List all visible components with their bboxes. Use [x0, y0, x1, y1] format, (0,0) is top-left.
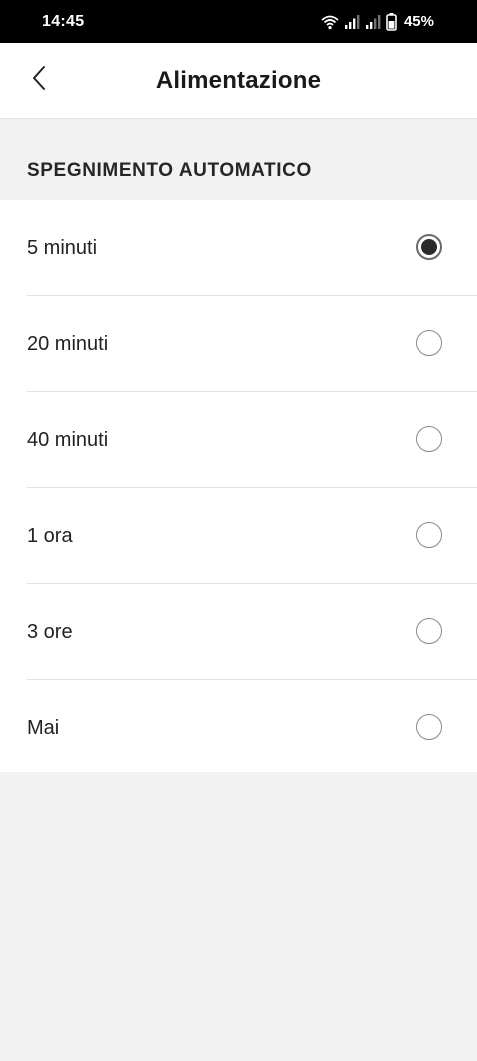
option-row-1-ora[interactable]: 1 ora	[27, 487, 477, 583]
auto-off-options-list: 5 minuti 20 minuti 40 minuti 1 ora 3 ore…	[0, 200, 477, 772]
page-title: Alimentazione	[155, 67, 322, 94]
option-label: 20 minuti	[27, 333, 109, 355]
battery-icon	[386, 13, 397, 31]
option-row-20-minuti[interactable]: 20 minuti	[27, 295, 477, 391]
radio-button[interactable]	[416, 330, 442, 356]
option-label: 40 minuti	[27, 429, 109, 451]
option-label: 5 minuti	[27, 237, 98, 259]
signal-icon	[365, 14, 381, 30]
option-row-3-ore[interactable]: 3 ore	[27, 583, 477, 679]
radio-button[interactable]	[416, 234, 442, 260]
radio-button[interactable]	[416, 522, 442, 548]
wifi-icon	[321, 14, 339, 30]
radio-button[interactable]	[416, 714, 442, 740]
section-title: SPEGNIMENTO AUTOMATICO	[27, 160, 312, 181]
option-row-40-minuti[interactable]: 40 minuti	[27, 391, 477, 487]
section-header: SPEGNIMENTO AUTOMATICO	[0, 119, 477, 200]
option-row-mai[interactable]: Mai	[27, 679, 477, 775]
app-header: Alimentazione	[0, 43, 477, 119]
status-time: 14:45	[42, 13, 85, 30]
option-row-5-minuti[interactable]: 5 minuti	[0, 200, 477, 295]
signal-icon	[344, 14, 360, 30]
option-label: 3 ore	[27, 621, 73, 643]
option-label: 1 ora	[27, 525, 73, 547]
radio-button[interactable]	[416, 426, 442, 452]
status-icons: 45%	[321, 11, 434, 33]
battery-percent: 45%	[403, 13, 434, 30]
option-label: Mai	[27, 717, 60, 739]
radio-button[interactable]	[416, 618, 442, 644]
status-bar: 14:45 45%	[0, 0, 477, 43]
